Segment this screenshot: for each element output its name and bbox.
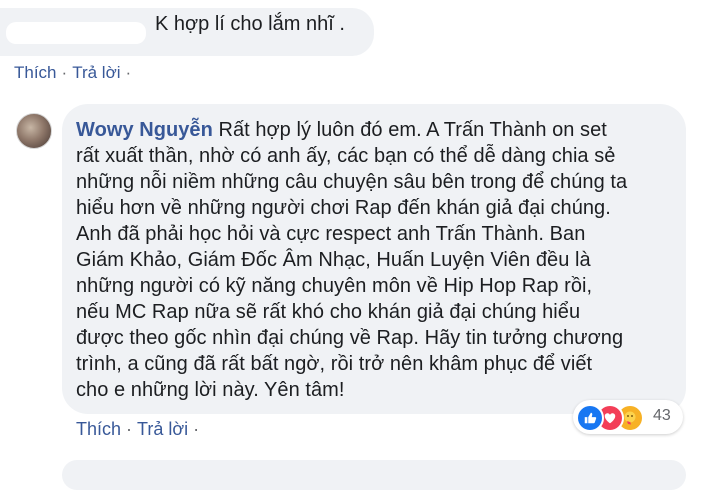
separator: ·: [61, 63, 68, 82]
like-link[interactable]: Thích: [14, 63, 57, 83]
reply-link[interactable]: Trả lời: [137, 419, 188, 440]
comment-body: Rất hợp lý luôn đó em. A Trấn Thành on s…: [76, 119, 628, 401]
redacted-author-name: [6, 22, 146, 44]
like-link[interactable]: Thích: [76, 419, 121, 440]
separator: ·: [193, 419, 200, 439]
reply-link[interactable]: Trả lời: [72, 63, 120, 83]
reaction-summary[interactable]: 43: [573, 400, 683, 434]
author-name-link[interactable]: Wowy Nguyễn: [76, 119, 213, 141]
separator: ·: [126, 419, 133, 439]
next-comment-bubble: [62, 460, 686, 490]
comment-actions-1: Thích · Trả lời ·: [14, 63, 136, 83]
comment-text-2: Wowy Nguyễn Rất hợp lý luôn đó em. A Trấ…: [76, 117, 681, 403]
comment-text-1: K hợp lí cho lắm nhĩ .: [155, 13, 345, 35]
comment-actions-2: Thích · Trả lời ·: [76, 419, 204, 440]
avatar[interactable]: [16, 113, 52, 149]
separator: ·: [125, 63, 132, 82]
reaction-count: 43: [653, 407, 671, 424]
like-icon: [576, 404, 604, 432]
